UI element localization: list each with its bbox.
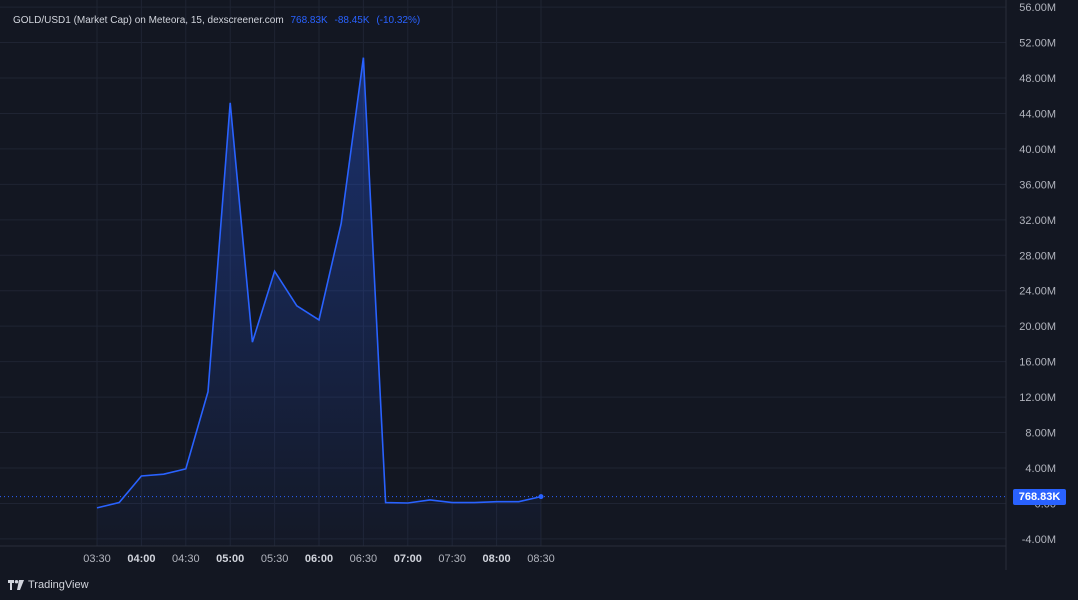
grid [0,0,1006,546]
tradingview-icon [8,580,24,590]
y-tick-label: 44.00M [1019,108,1056,120]
change-percent: (-10.32%) [376,15,421,26]
y-tick-label: 20.00M [1019,321,1056,333]
y-tick-label: 16.00M [1019,357,1056,369]
last-value: 768.83K [290,15,328,26]
x-tick-label: 08:00 [483,553,511,565]
x-tick-label: 08:30 [527,553,555,565]
x-tick-label: 06:00 [305,553,333,565]
y-tick-label: 36.00M [1019,179,1056,191]
x-tick-label: 05:30 [261,553,289,565]
x-axis: 03:30 04:00 04:30 05:00 05:30 06:00 06:30 07:00… [83,553,555,565]
brand-label: TradingView [28,579,89,591]
x-tick-label: 06:30 [350,553,378,565]
chart-legend-header: GOLD/USD1 (Market Cap) on Meteora, 15, d… [13,15,424,26]
x-tick-label: 04:30 [172,553,200,565]
change-value: -88.45K [334,15,370,26]
y-tick-label: 52.00M [1019,38,1056,50]
chart[interactable]: -4.00M0.004.00M8.00M12.00M16.00M20.00M24… [0,0,1078,600]
y-tick-label: 8.00M [1025,428,1056,440]
y-tick-label: 24.00M [1019,286,1056,298]
y-tick-label: 28.00M [1019,250,1056,262]
y-tick-label: 56.00M [1019,2,1056,14]
y-tick-label: 40.00M [1019,144,1056,156]
last-price-tag: 768.83K [1013,489,1066,505]
x-tick-label: 03:30 [83,553,111,565]
x-tick-label: 04:00 [127,553,155,565]
x-tick-label: 05:00 [216,553,244,565]
y-tick-label: 48.00M [1019,73,1056,85]
last-value-dot [538,494,544,500]
y-tick-label: -4.00M [1022,534,1056,546]
x-tick-label: 07:30 [438,553,466,565]
y-tick-label: 12.00M [1019,392,1056,404]
x-tick-label: 07:00 [394,553,422,565]
y-tick-label: 4.00M [1025,463,1056,475]
y-axis: -4.00M0.004.00M8.00M12.00M16.00M20.00M24… [1019,2,1056,546]
y-tick-label: 32.00M [1019,215,1056,227]
tradingview-logo[interactable]: TradingView [8,578,89,592]
symbol-title: GOLD/USD1 (Market Cap) on Meteora, 15, d… [13,15,284,26]
